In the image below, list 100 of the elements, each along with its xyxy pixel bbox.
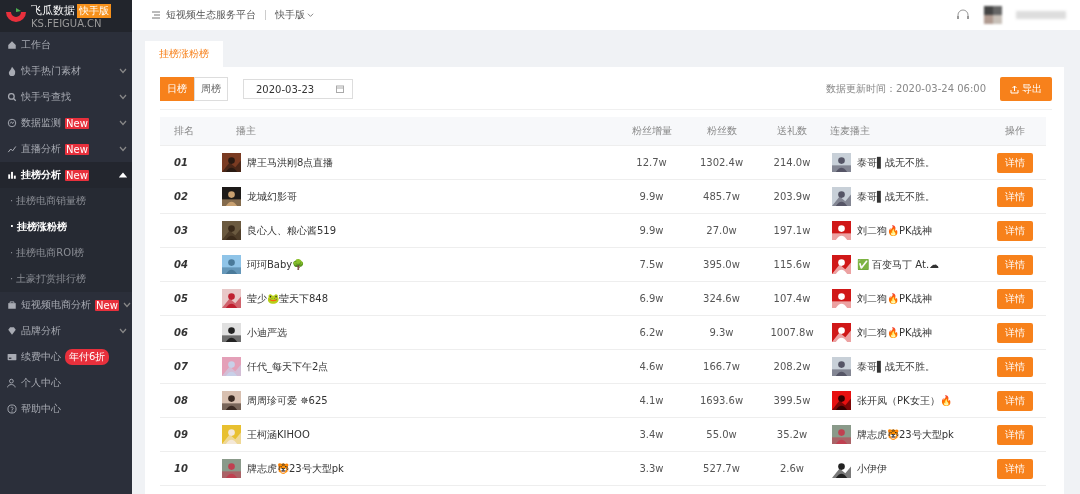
co-host-name: 刘二狗🔥PK战神: [857, 325, 932, 340]
sidebar-badge: New: [65, 117, 89, 129]
details-button[interactable]: 详情: [997, 152, 1033, 173]
sidebar-item[interactable]: 快手号查找: [0, 84, 132, 110]
table-cell: 214.0w: [754, 146, 830, 180]
details-button[interactable]: 详情: [997, 390, 1033, 411]
trend-line-icon: [7, 144, 17, 154]
sidebar-item[interactable]: 数据监测 New: [0, 110, 132, 136]
table-cell: 9.3w: [689, 316, 754, 350]
column-header: 操作: [984, 117, 1046, 146]
sidebar-item[interactable]: 直播分析 New: [0, 136, 132, 162]
sidebar-subitem[interactable]: · 挂榜电商ROI榜: [0, 240, 132, 266]
bag-icon: [7, 300, 17, 310]
upload-icon: [1010, 84, 1019, 94]
sidebar-badge: 年付6折: [65, 349, 110, 365]
period-toggle[interactable]: 日榜: [160, 77, 194, 101]
headset-icon[interactable]: [956, 8, 970, 22]
sidebar-item[interactable]: 快手热门素材: [0, 58, 132, 84]
streamer-name: 珂珂Baby🌳: [247, 257, 305, 272]
table-cell: 395.0w: [689, 248, 754, 282]
details-button[interactable]: 详情: [997, 458, 1033, 479]
column-header: 粉丝数: [689, 117, 754, 146]
user-icon: [7, 378, 17, 388]
table-cell: 7.5w: [614, 248, 689, 282]
table-cell: 115.6w: [754, 248, 830, 282]
table-cell: 527.7w: [689, 452, 754, 486]
table-cell: 166.7w: [689, 350, 754, 384]
streamer-name: 牌王马洪刚8点直播: [247, 155, 334, 170]
table-cell: 3.4w: [614, 418, 689, 452]
column-header: 送礼数: [754, 117, 830, 146]
streamer-name: 莹少🐸莹天下848: [247, 291, 329, 306]
details-button[interactable]: 详情: [997, 322, 1033, 343]
co-host-name: ✅ 百变马丁 At.☁: [857, 257, 940, 272]
table-cell: 208.2w: [754, 350, 830, 384]
co-host-name: 泰哥▌战无不胜。: [857, 189, 935, 204]
export-button[interactable]: 导出: [1000, 77, 1052, 101]
sidebar-badge: New: [65, 143, 89, 155]
sidebar-badge: New: [65, 169, 89, 181]
bar-chart-icon: [7, 170, 17, 180]
menu-icon[interactable]: [152, 11, 160, 19]
table-cell: 2.6w: [754, 452, 830, 486]
period-toggle[interactable]: 周榜: [194, 77, 228, 101]
streamer-name: 仟代_每天下午2点: [247, 359, 329, 374]
details-button[interactable]: 详情: [997, 288, 1033, 309]
tab[interactable]: 挂榜涨粉榜: [145, 41, 223, 67]
chevron-down-icon: [307, 12, 314, 18]
table-cell: 27.0w: [689, 214, 754, 248]
table-cell: 9.9w: [614, 214, 689, 248]
co-host-name: 张开凤（PK女王）🔥: [857, 393, 952, 408]
details-button[interactable]: 详情: [997, 424, 1033, 445]
table-cell: 324.6w: [689, 282, 754, 316]
gauge-icon: [7, 118, 17, 128]
co-host-name: 泰哥▌战无不胜。: [857, 359, 935, 374]
sidebar-item[interactable]: 工作台: [0, 32, 132, 58]
card-icon: [7, 352, 17, 362]
blurred-username: [1016, 11, 1066, 19]
version-dropdown[interactable]: 快手版: [275, 8, 314, 22]
table-cell: 4.1w: [614, 384, 689, 418]
streamer-name: 龙城幻影哥: [247, 189, 297, 204]
streamer-name: 良心人、粮心酱519: [247, 223, 337, 238]
table-cell: 107.4w: [754, 282, 830, 316]
table-cell: 3.3w: [614, 452, 689, 486]
co-host-name: 牌志虎🐯23号大型pk: [857, 427, 954, 442]
table-cell: 1302.4w: [689, 146, 754, 180]
home-icon: [7, 40, 17, 50]
table-cell: 35.2w: [754, 418, 830, 452]
sidebar-badge: New: [95, 299, 119, 311]
column-header: 排名: [160, 117, 222, 146]
details-button[interactable]: 详情: [997, 220, 1033, 241]
sidebar-item[interactable]: 短视频电商分析 New: [0, 292, 132, 318]
column-header: 粉丝增量: [614, 117, 689, 146]
co-host-name: 刘二狗🔥PK战神: [857, 223, 932, 238]
co-host-name: 刘二狗🔥PK战神: [857, 291, 932, 306]
table-cell: 1007.8w: [754, 316, 830, 350]
logo-name: 飞瓜数据: [31, 3, 75, 18]
table-cell: 197.1w: [754, 214, 830, 248]
sidebar-subitem[interactable]: · 土豪打赏排行榜: [0, 266, 132, 292]
date-field[interactable]: 2020-03-23: [243, 79, 353, 99]
details-button[interactable]: 详情: [997, 254, 1033, 275]
sidebar-item[interactable]: 续费中心 年付6折: [0, 344, 132, 370]
calendar-icon: [336, 85, 344, 93]
diamond-icon: [7, 326, 17, 336]
table-cell: 399.5w: [754, 384, 830, 418]
table-cell: 55.0w: [689, 418, 754, 452]
streamer-name: 牌志虎🐯23号大型pk: [247, 461, 344, 476]
sidebar-subitem[interactable]: · 挂榜涨粉榜: [0, 214, 132, 240]
table-cell: 6.9w: [614, 282, 689, 316]
column-header: 连麦播主: [830, 117, 984, 146]
sidebar-item[interactable]: 帮助中心: [0, 396, 132, 422]
details-button[interactable]: 详情: [997, 356, 1033, 377]
sidebar-item[interactable]: 个人中心: [0, 370, 132, 396]
details-button[interactable]: 详情: [997, 186, 1033, 207]
table-cell: 9.9w: [614, 180, 689, 214]
sidebar-item[interactable]: 品牌分析: [0, 318, 132, 344]
co-host-name: 小伊伊: [857, 461, 887, 476]
streamer-name: 王柯涵KIHOO: [247, 427, 310, 442]
sidebar-subitem[interactable]: · 挂榜电商销量榜: [0, 188, 132, 214]
sidebar-item[interactable]: 挂榜分析 New: [0, 162, 132, 188]
help-icon: [7, 404, 17, 414]
edition-badge: 快手版: [77, 3, 111, 18]
